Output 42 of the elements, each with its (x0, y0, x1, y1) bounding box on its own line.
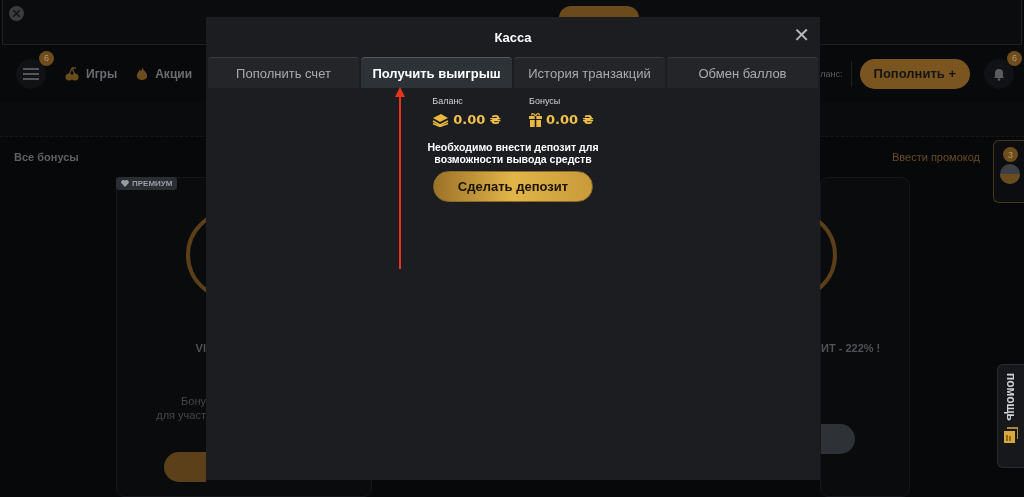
flame-icon (135, 65, 150, 82)
pie-icon (999, 163, 1021, 185)
cash-stack-icon (432, 112, 450, 127)
tab[interactable]: Обмен баллов (667, 57, 818, 88)
nav-link[interactable]: Игры (64, 65, 118, 82)
card-title: ИТ - 222% ! (821, 342, 881, 354)
notification-badge: 6 (39, 50, 54, 66)
wallet-amount: 0.00 ₴ (453, 112, 501, 127)
dialog-title: Касса (494, 29, 532, 45)
heart-icon (121, 180, 129, 187)
help-tab[interactable]: помощь (997, 364, 1024, 468)
card-button[interactable] (821, 424, 855, 454)
wallet-label: Баланс (432, 96, 464, 106)
notifications-button[interactable] (984, 58, 1014, 89)
close-button[interactable] (9, 6, 24, 21)
premium-label: ПРЕМИУМ (132, 179, 173, 188)
close-icon (13, 10, 20, 17)
card-description: Бону (181, 394, 206, 408)
menu-icon (23, 67, 39, 80)
nav-label: Акции (155, 66, 192, 81)
bell-icon (992, 66, 1006, 81)
wallet-amount: 0.00 ₴ (546, 112, 594, 127)
close-button[interactable]: ✕ (791, 24, 812, 46)
cherry-icon (64, 65, 80, 82)
notification-badge: 6 (1007, 50, 1022, 66)
make-deposit-button[interactable]: Сделать депозит (433, 171, 593, 202)
tab[interactable]: История транзакций (514, 57, 665, 88)
nav-link[interactable]: Акции (135, 65, 192, 82)
withdraw-message: Необходимо внести депозит для возможности вывода средств (426, 141, 600, 165)
tab[interactable]: Пополнить счет (208, 57, 359, 88)
card-button[interactable] (164, 452, 206, 482)
section-title: Все бонусы (14, 151, 79, 163)
card-description: для участ (156, 408, 206, 422)
balance-label: ланс: (820, 68, 843, 79)
book-icon (1004, 427, 1018, 443)
wallet-label: Бонусы (529, 96, 562, 106)
menu-button[interactable] (16, 58, 46, 89)
notification-badge: 3 (1003, 147, 1018, 162)
gift-icon (529, 112, 542, 127)
card-title: VI (195, 342, 206, 354)
tab[interactable]: Получить выигрыш (361, 57, 512, 88)
nav-label: Игры (86, 66, 118, 81)
